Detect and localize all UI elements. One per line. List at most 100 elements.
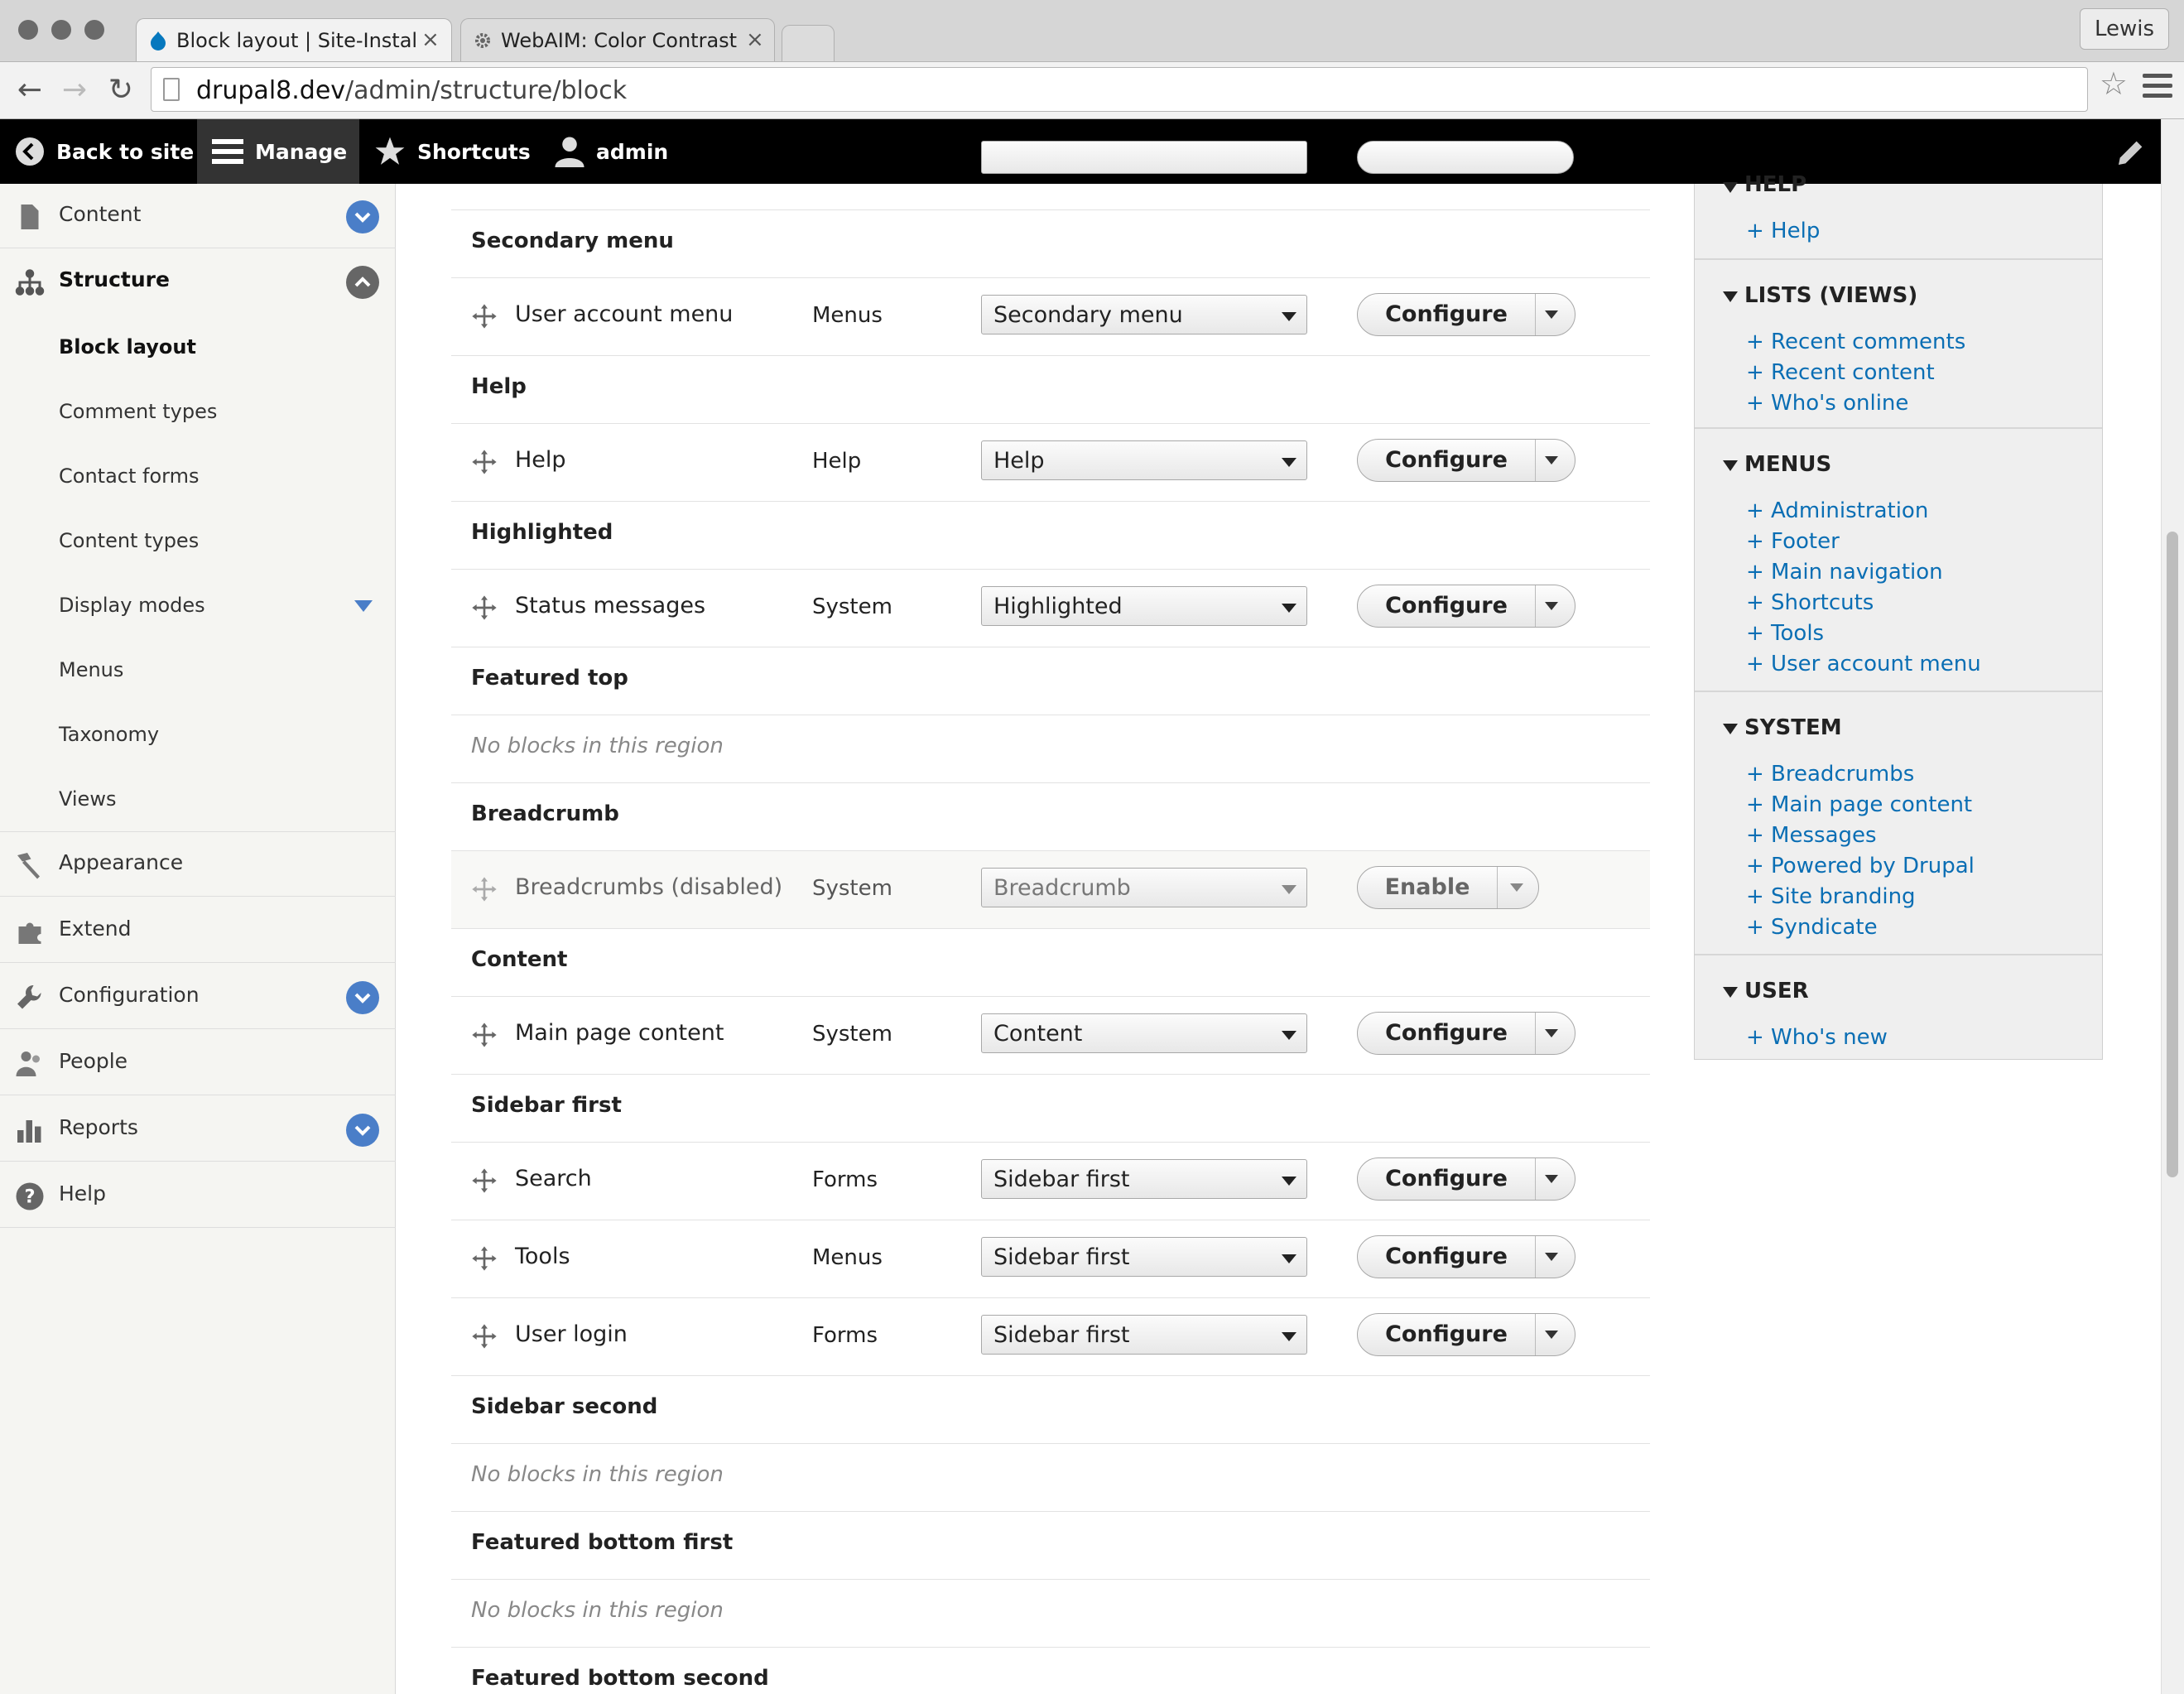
configure-button[interactable]: Configure bbox=[1358, 1158, 1536, 1200]
tab-close-icon[interactable]: × bbox=[421, 27, 440, 52]
drag-handle-icon[interactable] bbox=[471, 1245, 498, 1272]
bookmark-star-icon[interactable]: ☆ bbox=[2100, 67, 2128, 100]
sidebar-item-structure[interactable]: Structure bbox=[0, 249, 396, 314]
new-tab-button[interactable] bbox=[782, 25, 835, 61]
operations-button[interactable]: Configure bbox=[1357, 1313, 1575, 1356]
sidebar-item-help[interactable]: ? Help bbox=[0, 1163, 396, 1228]
window-close-button[interactable] bbox=[18, 20, 38, 40]
region-select[interactable]: Help bbox=[981, 440, 1307, 480]
drag-handle-icon[interactable] bbox=[471, 1323, 498, 1350]
library-link[interactable]: + Syndicate bbox=[1746, 915, 1878, 940]
region-select[interactable]: Content bbox=[981, 1013, 1307, 1053]
sidebar-item-content-types[interactable]: Content types bbox=[59, 529, 199, 552]
scrollbar-thumb[interactable] bbox=[2167, 532, 2178, 1177]
url-input[interactable]: drupal8.dev/admin/structure/block bbox=[151, 67, 2088, 112]
caret-down-icon[interactable] bbox=[1545, 310, 1558, 319]
sidebar-item-reports[interactable]: Reports bbox=[0, 1097, 396, 1162]
pencil-icon[interactable] bbox=[2114, 136, 2148, 169]
caret-down-icon[interactable] bbox=[1510, 883, 1523, 892]
library-link[interactable]: + Powered by Drupal bbox=[1746, 854, 1975, 878]
forward-arrow-icon[interactable]: → bbox=[55, 70, 94, 110]
caret-down-icon[interactable] bbox=[1545, 1029, 1558, 1037]
library-link[interactable]: + Who's new bbox=[1746, 1025, 1888, 1050]
chevron-down-icon[interactable] bbox=[346, 200, 379, 233]
drag-handle-icon[interactable] bbox=[471, 449, 498, 475]
enable-button[interactable]: Enable bbox=[1358, 867, 1498, 908]
caret-down-icon[interactable] bbox=[1545, 1331, 1558, 1339]
manage-tab[interactable]: Manage bbox=[197, 119, 359, 184]
library-link[interactable]: + Messages bbox=[1746, 823, 1877, 848]
sidebar-item-display-modes[interactable]: Display modes bbox=[59, 594, 205, 617]
region-select[interactable]: Sidebar first bbox=[981, 1315, 1307, 1355]
sidebar-item-extend[interactable]: Extend bbox=[0, 898, 396, 963]
library-link[interactable]: + Who's online bbox=[1746, 391, 1908, 416]
drag-handle-icon[interactable] bbox=[471, 594, 498, 621]
sidebar-item-configuration[interactable]: Configuration bbox=[0, 965, 396, 1029]
back-arrow-icon[interactable]: ← bbox=[10, 70, 50, 110]
configure-button[interactable]: Configure bbox=[1358, 1236, 1536, 1278]
tab-close-icon[interactable]: × bbox=[746, 27, 764, 52]
chevron-up-icon[interactable] bbox=[346, 266, 379, 299]
operations-button[interactable]: Configure bbox=[1357, 1157, 1575, 1201]
operations-button[interactable]: Configure bbox=[1357, 1235, 1575, 1278]
caret-down-icon[interactable] bbox=[1545, 1253, 1558, 1261]
drag-handle-icon[interactable] bbox=[471, 876, 498, 902]
library-link[interactable]: + Site branding bbox=[1746, 884, 1916, 909]
library-link[interactable]: + Breadcrumbs bbox=[1746, 762, 1914, 787]
library-link[interactable]: + User account menu bbox=[1746, 652, 1981, 676]
library-link[interactable]: + Recent comments bbox=[1746, 330, 1965, 354]
library-link[interactable]: + Shortcuts bbox=[1746, 590, 1874, 615]
profile-button[interactable]: Lewis bbox=[2080, 8, 2169, 50]
chevron-down-icon[interactable] bbox=[346, 1114, 379, 1147]
browser-menu-icon[interactable] bbox=[2143, 74, 2172, 103]
sidebar-item-comment-types[interactable]: Comment types bbox=[59, 400, 217, 423]
back-to-site-link[interactable]: Back to site bbox=[15, 119, 194, 184]
configure-button[interactable]: Configure bbox=[1358, 440, 1536, 481]
chevron-down-icon[interactable] bbox=[346, 981, 379, 1014]
browser-tab-webaim[interactable]: WebAIM: Color Contrast Che × bbox=[460, 18, 775, 61]
operations-button[interactable]: Enable bbox=[1357, 866, 1539, 909]
sidebar-item-people[interactable]: People bbox=[0, 1031, 396, 1095]
operations-button[interactable] bbox=[1357, 141, 1574, 174]
caret-down-icon[interactable] bbox=[1545, 1175, 1558, 1183]
triangle-down-icon[interactable] bbox=[1723, 291, 1738, 302]
library-link[interactable]: + Administration bbox=[1746, 498, 1928, 523]
triangle-down-icon[interactable] bbox=[1723, 182, 1738, 193]
drag-handle-icon[interactable] bbox=[471, 1167, 498, 1194]
library-link[interactable]: + Tools bbox=[1746, 621, 1824, 646]
drag-handle-icon[interactable] bbox=[471, 303, 498, 330]
region-select[interactable]: Sidebar first bbox=[981, 1159, 1307, 1199]
reload-icon[interactable]: ↻ bbox=[101, 70, 141, 110]
sidebar-item-content[interactable]: Content bbox=[0, 184, 396, 248]
region-select[interactable]: Highlighted bbox=[981, 586, 1307, 626]
sidebar-item-views[interactable]: Views bbox=[59, 787, 116, 811]
library-link[interactable]: + Footer bbox=[1746, 529, 1840, 554]
sidebar-item-appearance[interactable]: Appearance bbox=[0, 832, 396, 897]
sidebar-item-block-layout[interactable]: Block layout bbox=[59, 335, 196, 359]
caret-down-icon[interactable] bbox=[1545, 456, 1558, 464]
configure-button[interactable]: Configure bbox=[1358, 1013, 1536, 1054]
triangle-down-icon[interactable] bbox=[354, 600, 373, 612]
operations-button[interactable]: Configure bbox=[1357, 585, 1575, 628]
region-select[interactable]: Secondary menu bbox=[981, 295, 1307, 334]
library-link[interactable]: + Recent content bbox=[1746, 360, 1935, 385]
page-scrollbar[interactable] bbox=[2161, 119, 2184, 1694]
region-select[interactable]: Breadcrumb bbox=[981, 868, 1307, 907]
drag-handle-icon[interactable] bbox=[471, 1022, 498, 1048]
operations-button[interactable]: Configure bbox=[1357, 1012, 1575, 1055]
sidebar-item-taxonomy[interactable]: Taxonomy bbox=[59, 723, 159, 746]
configure-button[interactable]: Configure bbox=[1358, 294, 1536, 335]
triangle-down-icon[interactable] bbox=[1723, 987, 1738, 998]
triangle-down-icon[interactable] bbox=[1723, 724, 1738, 734]
configure-button[interactable]: Configure bbox=[1358, 585, 1536, 627]
library-link[interactable]: + Help bbox=[1746, 219, 1820, 243]
triangle-down-icon[interactable] bbox=[1723, 460, 1738, 471]
window-zoom-button[interactable] bbox=[84, 20, 104, 40]
library-link[interactable]: + Main page content bbox=[1746, 792, 1972, 817]
browser-tab-block-layout[interactable]: Block layout | Site-Install × bbox=[136, 18, 452, 61]
window-minimize-button[interactable] bbox=[51, 20, 71, 40]
sidebar-item-contact-forms[interactable]: Contact forms bbox=[59, 464, 199, 488]
library-link[interactable]: + Main navigation bbox=[1746, 560, 1943, 585]
region-select[interactable] bbox=[981, 141, 1307, 174]
sidebar-item-menus[interactable]: Menus bbox=[59, 658, 123, 681]
